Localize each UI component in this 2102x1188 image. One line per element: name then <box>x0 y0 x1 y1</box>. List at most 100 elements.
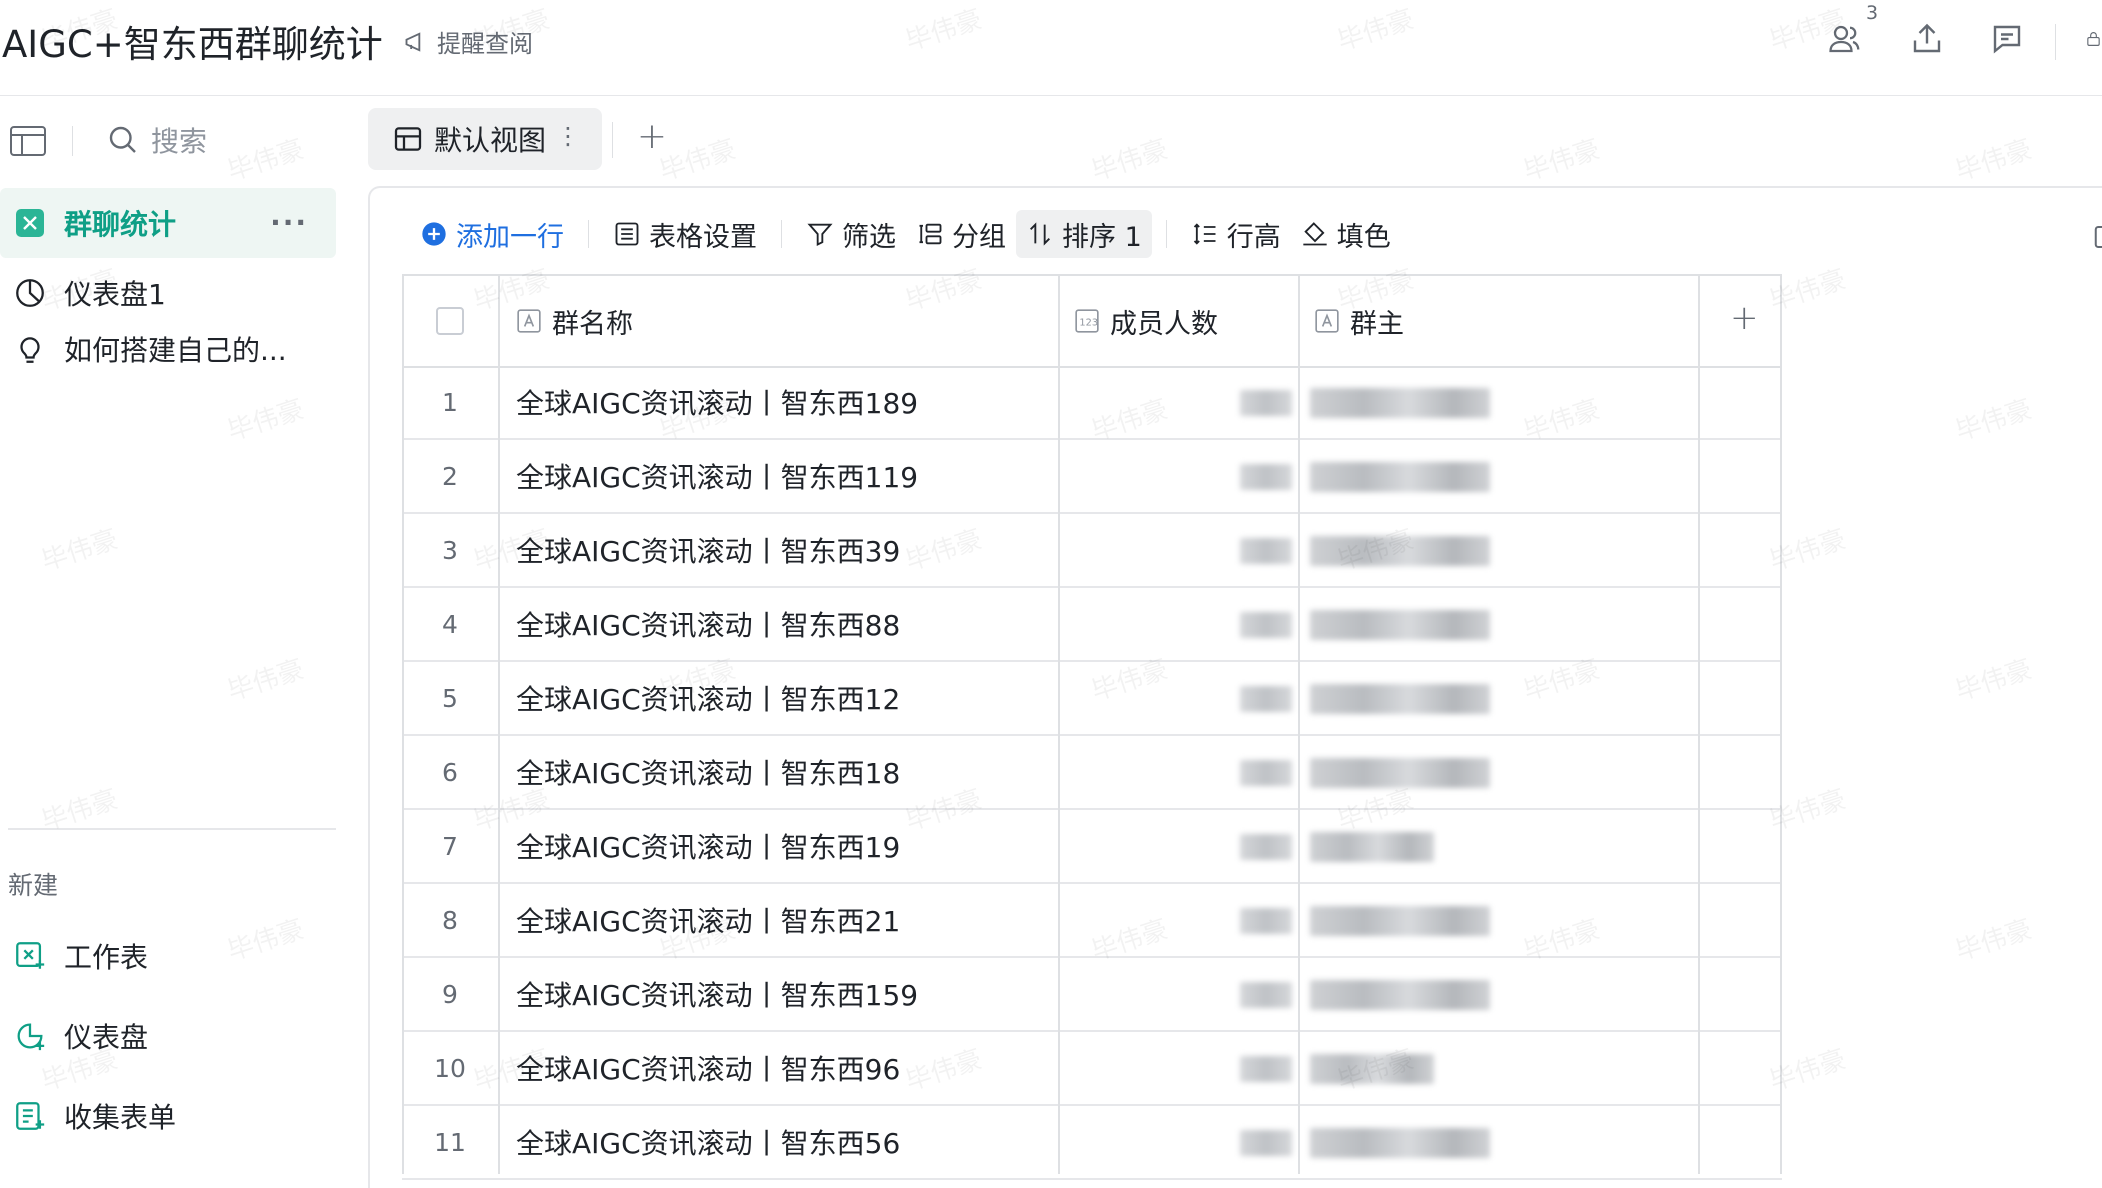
owner-cell[interactable] <box>1310 758 1490 788</box>
fill-color-button[interactable]: 填色 <box>1291 210 1401 258</box>
member-count-cell[interactable] <box>1240 686 1292 712</box>
owner-cell[interactable] <box>1310 388 1490 418</box>
remind-button[interactable]: 提醒查阅 <box>403 24 533 59</box>
text-field-icon <box>1315 309 1339 333</box>
row-height-label: 行高 <box>1226 221 1281 253</box>
add-column-button[interactable]: + <box>1730 298 1759 338</box>
text-field-icon <box>517 309 541 333</box>
column-divider <box>1298 274 1300 1174</box>
data-grid: 群名称 123 成员人数 群主 + 1 全球AIGC资讯滚动丨智东西189 2 全球A… <box>402 274 1782 1180</box>
member-count-cell[interactable] <box>1240 760 1292 786</box>
group-label: 分组 <box>952 221 1006 253</box>
member-count-cell[interactable] <box>1240 390 1292 416</box>
table-row[interactable]: 11 全球AIGC资讯滚动丨智东西56 <box>402 1106 1782 1180</box>
select-all-checkbox[interactable] <box>436 307 464 335</box>
group-name-cell[interactable]: 全球AIGC资讯滚动丨智东西12 <box>516 662 900 734</box>
group-name-cell[interactable]: 全球AIGC资讯滚动丨智东西19 <box>516 810 900 882</box>
owner-cell[interactable] <box>1310 536 1490 566</box>
owner-cell[interactable] <box>1310 832 1434 862</box>
sidebar-item-guide[interactable]: 如何搭建自己的... <box>0 314 336 384</box>
new-form-button[interactable]: 收集表单 <box>0 1084 336 1148</box>
toolbar-separator <box>1165 220 1167 248</box>
column-header-owner[interactable]: 群主 <box>1314 276 1404 366</box>
column-header-group-name[interactable]: 群名称 <box>516 276 633 366</box>
table-row[interactable]: 6 全球AIGC资讯滚动丨智东西18 <box>402 736 1782 810</box>
group-name-cell[interactable]: 全球AIGC资讯滚动丨智东西159 <box>516 958 918 1030</box>
table-icon <box>16 209 44 237</box>
group-name-cell[interactable]: 全球AIGC资讯滚动丨智东西119 <box>516 440 918 512</box>
tab-default-view[interactable]: 默认视图 ⋮ <box>368 108 602 170</box>
grid-right-border <box>1780 274 1782 1174</box>
group-name-cell[interactable]: 全球AIGC资讯滚动丨智东西21 <box>516 884 900 956</box>
table-row[interactable]: 1 全球AIGC资讯滚动丨智东西189 <box>402 366 1782 440</box>
top-header: AIGC+智东西群聊统计 提醒查阅 3 <box>0 0 2102 96</box>
grid-header: 群名称 123 成员人数 群主 + <box>402 274 1782 368</box>
column-divider <box>1058 274 1060 1174</box>
group-name-cell[interactable]: 全球AIGC资讯滚动丨智东西189 <box>516 366 918 438</box>
sort-button[interactable]: 排序 1 <box>1016 210 1152 258</box>
member-count-cell[interactable] <box>1240 1056 1292 1082</box>
panel-toggle-icon[interactable] <box>2092 222 2102 252</box>
collaborators-button[interactable] <box>1824 19 1864 59</box>
new-sheet-icon <box>16 942 45 969</box>
table-settings-button[interactable]: 表格设置 <box>603 210 767 258</box>
search-icon <box>109 126 136 153</box>
table-row[interactable]: 10 全球AIGC资讯滚动丨智东西96 <box>402 1032 1782 1106</box>
layout-toggle-icon[interactable] <box>8 123 48 159</box>
filter-button[interactable]: 筛选 <box>796 210 906 258</box>
member-count-cell[interactable] <box>1240 538 1292 564</box>
add-row-label: 添加一行 <box>456 221 564 253</box>
table-row[interactable]: 2 全球AIGC资讯滚动丨智东西119 <box>402 440 1782 514</box>
group-name-cell[interactable]: 全球AIGC资讯滚动丨智东西96 <box>516 1032 900 1104</box>
comments-button[interactable] <box>1987 19 2027 59</box>
table-row[interactable]: 7 全球AIGC资讯滚动丨智东西19 <box>402 810 1782 884</box>
column-header-member-count[interactable]: 123 成员人数 <box>1074 276 1218 366</box>
group-name-cell[interactable]: 全球AIGC资讯滚动丨智东西18 <box>516 736 900 808</box>
table-row[interactable]: 4 全球AIGC资讯滚动丨智东西88 <box>402 588 1782 662</box>
member-count-cell[interactable] <box>1240 834 1292 860</box>
new-sheet-button[interactable]: 工作表 <box>0 924 336 988</box>
new-dashboard-button[interactable]: 仪表盘 <box>0 1004 336 1068</box>
owner-cell[interactable] <box>1310 610 1490 640</box>
new-form-label: 收集表单 <box>64 1101 177 1134</box>
sidebar-item-group-stats[interactable]: 群聊统计 ··· <box>0 188 336 258</box>
owner-cell[interactable] <box>1310 980 1490 1010</box>
row-index: 5 <box>442 683 458 713</box>
tab-more-icon[interactable]: ⋮ <box>556 122 580 150</box>
sidebar-search[interactable]: 搜索 <box>105 120 207 160</box>
owner-cell[interactable] <box>1310 462 1490 492</box>
group-icon <box>919 223 942 245</box>
table-row[interactable]: 9 全球AIGC资讯滚动丨智东西159 <box>402 958 1782 1032</box>
group-name-cell[interactable]: 全球AIGC资讯滚动丨智东西88 <box>516 588 900 660</box>
group-name-cell[interactable]: 全球AIGC资讯滚动丨智东西39 <box>516 514 900 586</box>
paint-bucket-icon <box>1303 222 1327 246</box>
table-row[interactable]: 8 全球AIGC资讯滚动丨智东西21 <box>402 884 1782 958</box>
toolbar-separator <box>781 220 782 248</box>
member-count-cell[interactable] <box>1240 612 1292 638</box>
row-index: 2 <box>442 461 458 491</box>
owner-cell[interactable] <box>1310 1054 1434 1084</box>
owner-cell[interactable] <box>1310 1128 1490 1158</box>
owner-cell[interactable] <box>1310 906 1490 936</box>
share-button[interactable] <box>1907 19 1947 59</box>
group-name-cell[interactable]: 全球AIGC资讯滚动丨智东西56 <box>516 1106 900 1178</box>
row-height-button[interactable]: 行高 <box>1181 210 1291 258</box>
document-title[interactable]: AIGC+智东西群聊统计 <box>2 14 383 68</box>
more-options-icon[interactable]: ··· <box>270 206 308 239</box>
add-row-button[interactable]: 添加一行 <box>410 210 574 258</box>
lock-button[interactable] <box>2085 19 2102 59</box>
group-button[interactable]: 分组 <box>906 210 1016 258</box>
row-index: 4 <box>442 609 458 639</box>
table-row[interactable]: 3 全球AIGC资讯滚动丨智东西39 <box>402 514 1782 588</box>
member-count-cell[interactable] <box>1240 1130 1292 1156</box>
collaborator-count: 3 <box>1866 2 1879 24</box>
member-count-cell[interactable] <box>1240 982 1292 1008</box>
add-view-button[interactable]: + <box>630 114 674 158</box>
dashboard-icon <box>16 279 44 307</box>
lock-icon <box>2087 32 2100 46</box>
member-count-cell[interactable] <box>1240 464 1292 490</box>
member-count-cell[interactable] <box>1240 908 1292 934</box>
table-row[interactable]: 5 全球AIGC资讯滚动丨智东西12 <box>402 662 1782 736</box>
owner-cell[interactable] <box>1310 684 1490 714</box>
filter-icon <box>807 223 833 247</box>
